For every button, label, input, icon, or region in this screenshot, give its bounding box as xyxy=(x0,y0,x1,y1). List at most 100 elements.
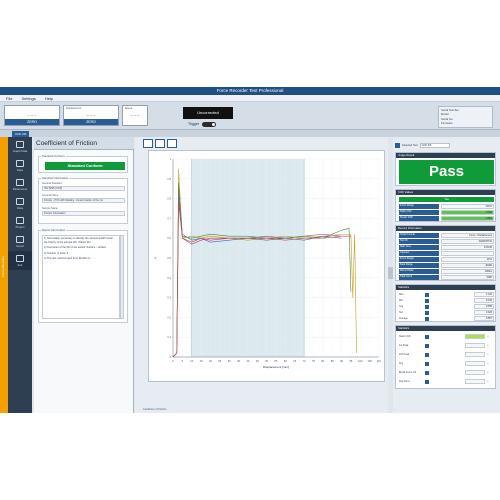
chart-compare-button[interactable] xyxy=(167,139,177,148)
sidebar-item-graph[interactable]: Graph Data xyxy=(8,137,32,156)
chart-x-axis-label: Displacement [mm] xyxy=(263,365,289,369)
chart-area: 0 0.1 0.2 0.3 0.4 0.5 0.6 0.7 0.8 0.9 1 0 5 10 15 20 25 3… xyxy=(135,137,388,413)
sidebar-items: Graph Data Data Parameters Data Project … xyxy=(8,137,32,270)
sidebar-item-exit[interactable]: Exit xyxy=(8,251,32,270)
parameters-icon xyxy=(16,178,24,186)
chart-y-tick-label: 0.4 xyxy=(167,276,171,280)
record-row: Test ID 2020070731 xyxy=(399,239,494,244)
row-unit: /s xyxy=(487,362,489,365)
menu-file[interactable]: File xyxy=(6,96,12,101)
chart-x-tick-label: 20 xyxy=(209,359,212,363)
stat-row: 2nd Peak/s xyxy=(399,352,494,357)
row-value: 9:39:46 xyxy=(441,245,494,250)
displacement-zero-button[interactable]: ZERO xyxy=(64,119,118,125)
sidebar-item-label: Data xyxy=(17,167,23,172)
stat-icon xyxy=(425,292,429,297)
chart-y-tick-label: 0.2 xyxy=(167,315,171,319)
test-tab-row: COF 2/6 xyxy=(0,130,500,137)
row-value: 0.557 xyxy=(474,316,494,321)
row-key: Static COF xyxy=(399,335,411,338)
row-key: Break Force, Pk xyxy=(399,371,417,374)
chart-x-tick-label: 65 xyxy=(293,359,296,363)
table-icon xyxy=(16,197,24,205)
cof-line-chart[interactable]: 00.10.20.30.40.50.60.70.80.910 5 10 15 20 25 3… xyxy=(149,151,386,383)
row-key: Start Time xyxy=(399,245,439,250)
general-standard-field[interactable]: ISO 8295 (COF) xyxy=(42,186,125,191)
device-status-box: Serial Number Model Serial No. Firmware xyxy=(438,106,493,128)
row-value: 2020070731 xyxy=(441,239,494,244)
stat-row: 1st Peak/s xyxy=(399,343,494,348)
cof-row: Kinetic COF 0.582 xyxy=(399,216,494,221)
cof-values-section: COF Values Yes Force Range 200 N Static C… xyxy=(395,189,496,222)
chart-y-axis-label: μ xyxy=(153,257,157,259)
report-line: 2) Test faces of the film to be tested: … xyxy=(44,246,107,250)
row-key: Data Range xyxy=(399,263,439,268)
stat-row: Min 0.013 xyxy=(399,298,494,303)
import-icon xyxy=(16,235,24,243)
sidebar-item-data2[interactable]: Data xyxy=(8,194,32,213)
chart-x-tick-label: 25 xyxy=(218,359,221,363)
force-zero-button[interactable]: ZERO xyxy=(5,119,59,125)
row-value xyxy=(465,370,485,375)
group-title: Standard Information xyxy=(41,176,70,180)
standard-conform-button[interactable]: Standard Conform xyxy=(45,162,125,170)
stat-icon xyxy=(425,379,429,384)
record-row: Total Count 5000 xyxy=(399,275,494,280)
trigger-label: Trigger xyxy=(188,122,199,126)
chart-overlay-button[interactable] xyxy=(155,139,165,148)
sidebar-item-parameters[interactable]: Parameters xyxy=(8,175,32,194)
row-value xyxy=(441,251,494,256)
status-line: Firmware xyxy=(441,121,453,126)
speed-value: – – – xyxy=(130,112,140,117)
row-unit: /s xyxy=(487,344,489,347)
stat-row: Static COF/s xyxy=(399,334,494,339)
window-title: Force Recorder Test Professional xyxy=(0,87,500,95)
chart-x-tick-label: 45 xyxy=(256,359,259,363)
record-row: Graph Format Force - Displacement xyxy=(399,233,494,238)
standard-conform-group: Standard Conform Standard Conform xyxy=(38,154,128,173)
report-line: 3) Number of tests: 5 xyxy=(44,251,69,255)
trigger-toggle[interactable] xyxy=(201,121,216,127)
stat-icon xyxy=(425,310,429,315)
chart-y-tick-label: 1 xyxy=(170,157,172,161)
section-header: Statistics xyxy=(396,326,495,331)
group-title: Report Information xyxy=(41,228,67,232)
sidebar-item-data[interactable]: Data xyxy=(8,156,32,175)
chart-x-tick-label: 35 xyxy=(237,359,240,363)
row-key: Static COF xyxy=(399,210,439,215)
row-key: Record Rate xyxy=(399,269,439,274)
chart-y-tick-label: 0 xyxy=(170,355,172,359)
record-row: Record Rate 1000/s xyxy=(399,269,494,274)
menu-help[interactable]: Help xyxy=(45,96,53,101)
row-unit: /s xyxy=(487,353,489,356)
sidebar-item-label: Parameters xyxy=(12,186,28,191)
record-row: Force Range 20 N xyxy=(399,257,494,262)
row-value: 1.193 xyxy=(474,292,494,297)
row-key: Avg xyxy=(399,305,404,308)
row-key: Max xyxy=(399,293,404,296)
chart-y-tick-label: 0.7 xyxy=(167,216,171,220)
general-name-field[interactable]: Friction - PVC with Marking - Determinat… xyxy=(42,198,125,203)
record-row: Data Range 40000 xyxy=(399,263,494,268)
tab-cof[interactable]: COF 2/6 xyxy=(12,130,30,137)
displacement-label: Displacement xyxy=(66,107,82,110)
chart-view-button[interactable] xyxy=(143,139,153,148)
sidebar-item-import[interactable]: Import xyxy=(8,232,32,251)
sidebar-item-project[interactable]: Project xyxy=(8,213,32,232)
row-key: Test ID xyxy=(399,239,439,244)
row-value: 0.555 xyxy=(474,304,494,309)
record-row: Operator xyxy=(399,251,494,256)
report-text-area[interactable]: 1) Information necessary to identify the… xyxy=(42,235,120,319)
statistics-detail-section: Statistics Static COF/s 1st Peak/s 2nd P… xyxy=(395,325,496,389)
sample-name-field[interactable]: Friction Information xyxy=(42,211,125,216)
selected-test-label: Selected Test xyxy=(402,144,418,147)
selected-test-select[interactable]: COF 2/6 xyxy=(419,143,450,148)
section-header: Record Information xyxy=(396,226,495,231)
report-scrollbar[interactable] xyxy=(120,235,124,319)
row-value xyxy=(465,334,485,339)
row-value: 40000 xyxy=(441,263,494,268)
row-value: 0.528 xyxy=(441,210,494,215)
displacement-gauge: Displacement – – – ZERO xyxy=(63,105,119,126)
right-panel: Selected Test COF 2/6 Judge Result Pass … xyxy=(393,137,500,413)
menu-settings[interactable]: Settings xyxy=(21,96,35,101)
